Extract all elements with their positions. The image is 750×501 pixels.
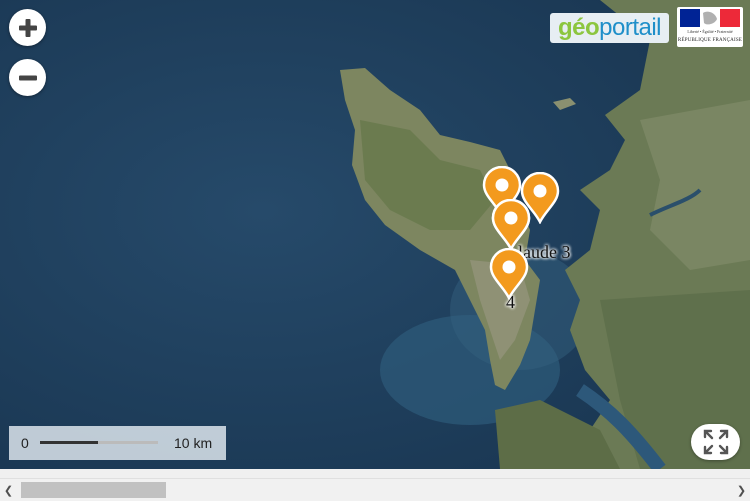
horizontal-scrollbar[interactable]: ❮ ❯: [0, 478, 750, 501]
marker-label: 4: [506, 292, 515, 312]
plus-icon: [18, 18, 37, 37]
fullscreen-icon: [703, 429, 728, 455]
republique-motto: Liberté • Égalité • Fraternité: [687, 29, 733, 34]
scale-start-label: 0: [21, 435, 29, 451]
fullscreen-button[interactable]: [691, 424, 740, 460]
geoportail-logo[interactable]: géo portail: [550, 13, 669, 43]
zoom-out-button[interactable]: [9, 59, 46, 96]
scale-bar: 0 10 km: [9, 426, 226, 460]
republique-francaise-logo: Liberté • Égalité • Fraternité RÉPUBLIQU…: [677, 7, 743, 47]
chevron-right-icon[interactable]: ❯: [733, 479, 750, 501]
zoom-in-button[interactable]: [9, 9, 46, 46]
scale-end-label: 10 km: [174, 435, 213, 451]
minus-icon: [18, 75, 37, 80]
scale-line: [40, 441, 158, 444]
republique-name: RÉPUBLIQUE FRANÇAISE: [677, 38, 743, 43]
geoportail-logo-part2: portail: [599, 14, 662, 41]
map-view[interactable]: géo portail Liberté • Égalité • Fraternit…: [0, 0, 750, 469]
satellite-imagery: [0, 0, 750, 469]
chevron-left-icon[interactable]: ❮: [0, 479, 17, 501]
marianne-emblem-icon: [680, 9, 740, 27]
scrollbar-thumb[interactable]: [21, 482, 166, 498]
geoportail-logo-part1: géo: [557, 14, 600, 41]
